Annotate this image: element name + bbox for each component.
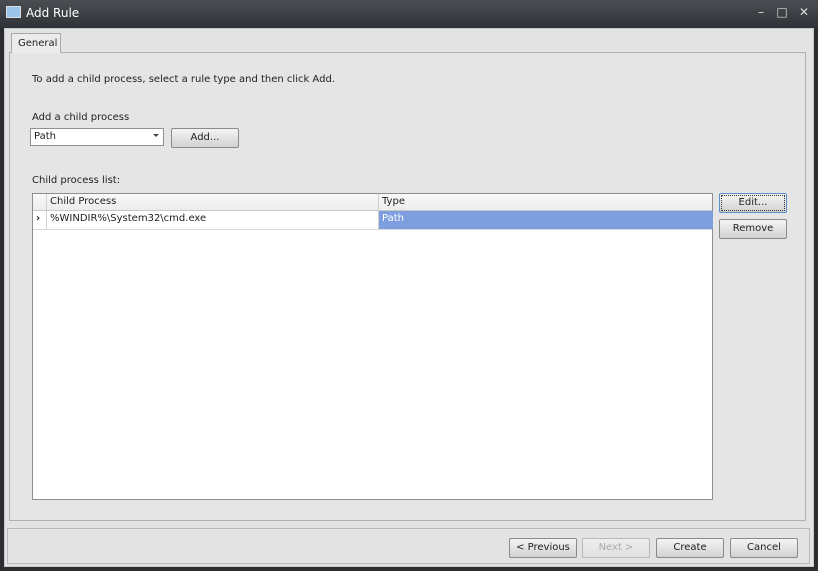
close-icon[interactable]: ✕	[796, 5, 812, 19]
tab-general[interactable]: General	[11, 33, 61, 53]
rule-type-value: Path	[34, 131, 56, 142]
cancel-button[interactable]: Cancel	[730, 538, 798, 558]
instruction-text: To add a child process, select a rule ty…	[32, 74, 335, 85]
dialog-body: General To add a child process, select a…	[4, 28, 814, 567]
child-list-label: Child process list:	[32, 175, 121, 186]
column-header-type[interactable]: Type	[379, 194, 713, 210]
next-button: Next >	[582, 538, 650, 558]
table-header: Child Process Type	[33, 194, 712, 211]
row-indicator-icon: ›	[33, 211, 47, 229]
remove-button[interactable]: Remove	[719, 219, 787, 239]
add-child-label: Add a child process	[32, 112, 130, 123]
child-process-table[interactable]: Child Process Type › %WINDIR%\System32\c…	[32, 193, 713, 500]
rule-type-select[interactable]: Path	[30, 128, 164, 146]
monitor-icon	[6, 6, 21, 18]
cell-type[interactable]: Path	[379, 211, 713, 229]
maximize-icon[interactable]: □	[774, 5, 790, 19]
column-header-child-process[interactable]: Child Process	[47, 194, 379, 210]
title-bar: Add Rule – □ ✕	[0, 0, 818, 28]
general-panel: To add a child process, select a rule ty…	[9, 52, 806, 521]
chevron-down-icon	[153, 134, 159, 137]
create-button[interactable]: Create	[656, 538, 724, 558]
row-header-corner	[33, 194, 47, 210]
edit-button[interactable]: Edit...	[719, 193, 787, 213]
previous-button[interactable]: < Previous	[509, 538, 577, 558]
add-button[interactable]: Add...	[171, 128, 239, 148]
minimize-icon[interactable]: –	[753, 5, 769, 19]
footer-bar: < Previous Next > Create Cancel	[7, 528, 810, 564]
window-title: Add Rule	[26, 6, 80, 20]
table-row[interactable]: › %WINDIR%\System32\cmd.exe Path	[33, 211, 713, 230]
cell-child-process[interactable]: %WINDIR%\System32\cmd.exe	[47, 211, 379, 229]
